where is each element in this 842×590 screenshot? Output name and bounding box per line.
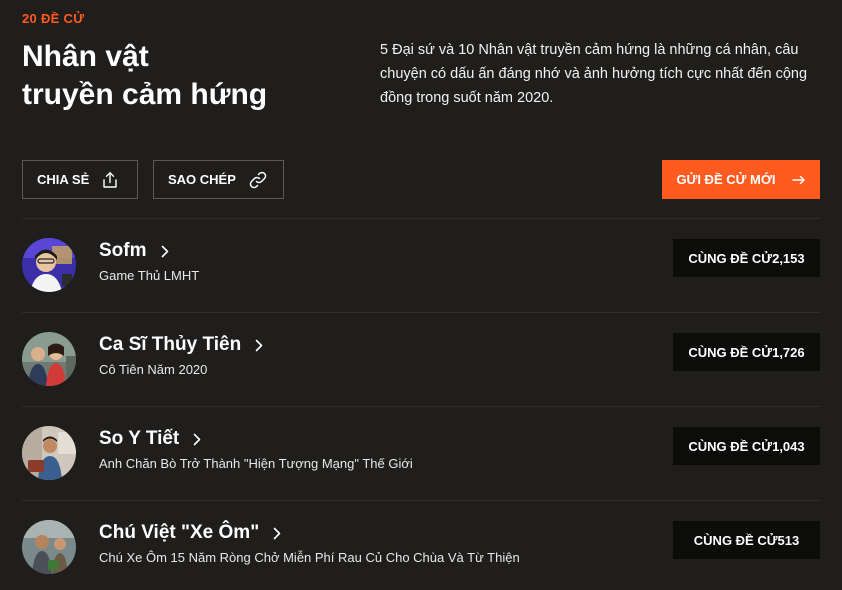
vote-count: 1,726 xyxy=(772,344,805,360)
nominee-subtitle: Game Thủ LMHT xyxy=(99,268,200,283)
chevron-right-icon xyxy=(193,433,201,446)
vote-label: CÙNG ĐỀ CỬ xyxy=(693,532,778,548)
copy-link-button[interactable]: SAO CHÉP xyxy=(153,160,284,199)
page-title-line-2: truyền cảm hứng xyxy=(22,78,268,111)
nominee-name[interactable]: Sofm xyxy=(99,240,169,262)
vote-button[interactable]: CÙNG ĐỀ CỬ 513 xyxy=(673,521,820,559)
nominee-name-text: Ca Sĩ Thủy Tiên xyxy=(99,334,242,355)
vote-count: 2,153 xyxy=(772,250,805,266)
share-button[interactable]: CHIA SẺ xyxy=(22,160,138,199)
chevron-right-icon xyxy=(161,245,169,258)
vote-button[interactable]: CÙNG ĐỀ CỬ 1,043 xyxy=(673,427,820,465)
vote-label: CÙNG ĐỀ CỬ xyxy=(688,344,773,360)
nominee-row: Ca Sĩ Thủy Tiên Cô Tiên Năm 2020 CÙNG ĐỀ… xyxy=(22,312,820,406)
nominee-row: Chú Việt "Xe Ôm" Chú Xe Ôm 15 Năm Ròng C… xyxy=(22,500,820,590)
nomination-count: 20 ĐỀ CỬ xyxy=(22,11,85,26)
share-button-label: CHIA SẺ xyxy=(37,172,90,187)
nominee-name[interactable]: So Y Tiết xyxy=(99,428,201,450)
nominee-subtitle: Cô Tiên Năm 2020 xyxy=(99,362,208,377)
page-title: Nhân vật truyền cảm hứng xyxy=(22,38,322,114)
chevron-right-icon xyxy=(273,527,281,540)
nominee-name-text: Sofm xyxy=(99,240,147,261)
nominee-name[interactable]: Ca Sĩ Thủy Tiên xyxy=(99,334,263,356)
vote-label: CÙNG ĐỀ CỬ xyxy=(688,250,773,266)
vote-button[interactable]: CÙNG ĐỀ CỬ 1,726 xyxy=(673,333,820,371)
vote-count: 1,043 xyxy=(772,438,805,454)
page-description: 5 Đại sứ và 10 Nhân vật truyền cảm hứng … xyxy=(380,42,808,106)
nominee-name-text: So Y Tiết xyxy=(99,428,180,449)
nominee-name[interactable]: Chú Việt "Xe Ôm" xyxy=(99,522,281,544)
share-icon xyxy=(101,171,119,189)
vote-label: CÙNG ĐỀ CỬ xyxy=(688,438,773,454)
copy-link-button-label: SAO CHÉP xyxy=(168,172,236,187)
submit-nomination-button[interactable]: GỬI ĐỀ CỬ MỚI xyxy=(662,160,820,199)
nominee-subtitle: Anh Chăn Bò Trở Thành "Hiện Tượng Mạng" … xyxy=(99,456,413,471)
vote-count: 513 xyxy=(777,532,800,548)
avatar[interactable] xyxy=(22,426,76,480)
nominee-subtitle: Chú Xe Ôm 15 Năm Ròng Chở Miễn Phí Rau C… xyxy=(99,550,520,565)
page-title-line-1: Nhân vật xyxy=(22,40,149,73)
chevron-right-icon xyxy=(255,339,263,352)
nominee-row: Sofm Game Thủ LMHT CÙNG ĐỀ CỬ 2,153 xyxy=(22,218,820,312)
nominee-row: So Y Tiết Anh Chăn Bò Trở Thành "Hiện Tư… xyxy=(22,406,820,500)
avatar[interactable] xyxy=(22,332,76,386)
arrow-right-icon xyxy=(791,175,806,185)
nominee-name-text: Chú Việt "Xe Ôm" xyxy=(99,522,260,543)
vote-button[interactable]: CÙNG ĐỀ CỬ 2,153 xyxy=(673,239,820,277)
link-icon xyxy=(248,170,268,190)
avatar[interactable] xyxy=(22,238,76,292)
submit-nomination-label: GỬI ĐỀ CỬ MỚI xyxy=(676,172,776,187)
avatar[interactable] xyxy=(22,520,76,574)
